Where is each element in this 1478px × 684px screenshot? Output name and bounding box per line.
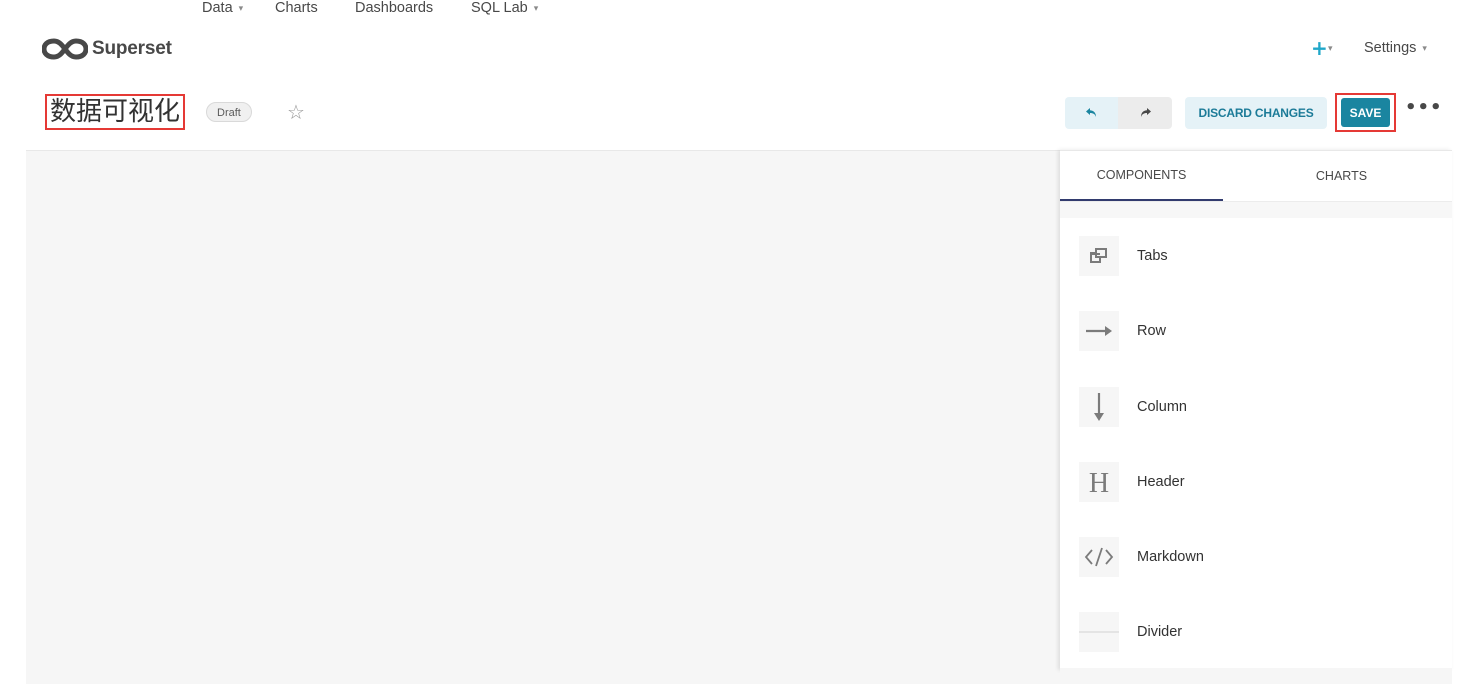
component-header[interactable]: H Header <box>1060 452 1452 512</box>
superset-logo-icon <box>42 38 88 60</box>
component-markdown[interactable]: Markdown <box>1060 527 1452 587</box>
panel-footer-gap <box>1060 668 1452 684</box>
star-icon[interactable]: ☆ <box>287 100 305 124</box>
nav-item-data[interactable]: Data ▾ <box>202 0 243 16</box>
undo-button[interactable] <box>1065 97 1118 129</box>
superset-logo[interactable]: Superset <box>42 36 172 62</box>
save-button-highlight: SAVE <box>1335 93 1396 132</box>
header-icon: H <box>1079 462 1119 502</box>
row-arrow-icon <box>1079 311 1119 351</box>
chevron-down-icon: ▾ <box>533 2 539 13</box>
redo-icon <box>1141 108 1151 117</box>
chevron-down-icon[interactable]: ▾ <box>1328 44 1333 54</box>
component-row[interactable]: Row <box>1060 301 1452 361</box>
divider-icon <box>1079 612 1119 652</box>
panel-tabs: COMPONENTS CHARTS <box>1060 151 1452 202</box>
dashboard-title-text: 数据可视化 <box>50 97 181 127</box>
save-button[interactable]: SAVE <box>1341 98 1390 127</box>
tab-components[interactable]: COMPONENTS <box>1060 151 1223 201</box>
nav-item-dashboards[interactable]: Dashboards <box>355 0 433 16</box>
nav-item-sql-lab[interactable]: SQL Lab ▾ <box>471 0 538 16</box>
component-divider[interactable]: Divider <box>1060 602 1452 662</box>
dashboard-canvas[interactable] <box>26 150 1060 684</box>
component-column[interactable]: Column <box>1060 377 1452 437</box>
tabs-icon <box>1079 236 1119 276</box>
undo-icon <box>1085 108 1096 117</box>
settings-menu[interactable]: Settings ▾ <box>1364 40 1427 56</box>
discard-changes-button[interactable]: DISCARD CHANGES <box>1185 97 1327 129</box>
column-arrow-icon <box>1079 387 1119 427</box>
brand-name: Superset <box>92 38 172 59</box>
svg-text:H: H <box>1089 469 1109 495</box>
panel-spacer <box>1060 202 1452 218</box>
builder-side-panel: COMPONENTS CHARTS Tabs Row Column H Head… <box>1060 150 1452 670</box>
top-navbar: Superset Data ▾ Charts Dashboards SQL La… <box>0 0 1478 90</box>
code-icon <box>1079 537 1119 577</box>
nav-item-charts[interactable]: Charts <box>275 0 318 16</box>
status-badge[interactable]: Draft <box>206 102 252 122</box>
component-tabs[interactable]: Tabs <box>1060 226 1452 286</box>
plus-icon[interactable]: + <box>1311 38 1328 58</box>
chevron-down-icon: ▾ <box>1422 42 1427 53</box>
redo-button[interactable] <box>1118 97 1172 129</box>
chevron-down-icon: ▾ <box>238 2 244 13</box>
more-options-icon[interactable]: ••• <box>1405 98 1443 118</box>
tab-charts[interactable]: CHARTS <box>1260 151 1423 201</box>
dashboard-title[interactable]: 数据可视化 <box>45 94 186 130</box>
